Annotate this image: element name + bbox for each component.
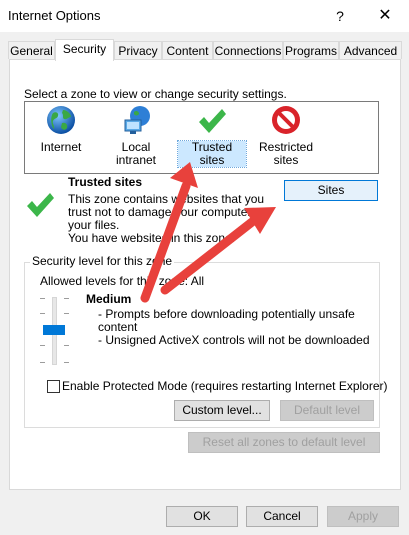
level-desc-line: - Prompts before downloading potentially… [98, 307, 355, 321]
slider-tick [40, 298, 45, 299]
security-level-group-label: Security level for this zone [30, 254, 175, 268]
zone-internet[interactable]: Internet [32, 141, 90, 154]
security-level-description: - Prompts before downloading potentially… [98, 308, 370, 347]
allowed-levels-label: Allowed levels for this zone: All [40, 274, 205, 288]
sites-button[interactable]: Sites [284, 180, 378, 201]
slider-tick [64, 298, 69, 299]
tab-general[interactable]: General [8, 41, 55, 59]
network-icon[interactable] [120, 104, 152, 136]
reset-all-zones-button[interactable]: Reset all zones to default level [188, 432, 380, 453]
zone-local-intranet-label: Local intranet [115, 140, 157, 167]
zone-internet-label: Internet [40, 140, 82, 154]
slider-tick [40, 345, 45, 346]
slider-tick [64, 313, 69, 314]
tab-programs[interactable]: Programs [283, 41, 339, 59]
zone-restricted-label-line2: sites [273, 153, 299, 167]
zone-info-heading: Trusted sites [68, 175, 143, 189]
title-bar: Internet Options ? ✕ [0, 0, 409, 32]
level-desc-line: - Unsigned ActiveX controls will not be … [98, 333, 370, 347]
tab-strip: General Security Privacy Content Connect… [8, 39, 402, 61]
zone-info-description: This zone contains websites that you tru… [68, 193, 265, 245]
slider-tick [40, 313, 45, 314]
cancel-button[interactable]: Cancel [246, 506, 318, 527]
zone-trusted-sites[interactable]: Trusted sites [177, 140, 247, 168]
ok-button[interactable]: OK [166, 506, 238, 527]
trusted-sites-checkmark-icon [24, 190, 56, 220]
zone-restricted-sites[interactable]: Restricted sites [256, 141, 316, 167]
help-button[interactable]: ? [325, 4, 355, 28]
protected-mode-label: Enable Protected Mode (requires restarti… [62, 379, 388, 393]
tab-advanced[interactable]: Advanced [339, 41, 402, 59]
custom-level-button[interactable]: Custom level... [174, 400, 270, 421]
slider-tick [64, 345, 69, 346]
apply-button[interactable]: Apply [327, 506, 399, 527]
zone-local-intranet[interactable]: Local intranet [100, 141, 172, 167]
tab-content[interactable]: Content [162, 41, 213, 59]
protected-mode-checkbox[interactable] [47, 380, 60, 393]
tab-connections[interactable]: Connections [213, 41, 283, 59]
zone-trusted-sites-label: Trusted sites [177, 140, 247, 168]
security-slider-thumb[interactable] [43, 325, 65, 335]
security-level-name: Medium [86, 292, 132, 306]
slider-tick [64, 362, 69, 363]
checkmark-icon[interactable] [196, 106, 228, 136]
slider-tick [40, 362, 45, 363]
globe-icon[interactable] [45, 104, 77, 136]
no-entry-icon[interactable] [270, 104, 302, 136]
close-button[interactable]: ✕ [370, 4, 400, 28]
zone-select-prompt: Select a zone to view or change security… [24, 87, 287, 101]
tab-security[interactable]: Security [55, 39, 114, 61]
default-level-button[interactable]: Default level [280, 400, 374, 421]
window-title: Internet Options [8, 8, 101, 23]
tab-privacy[interactable]: Privacy [114, 41, 162, 59]
zone-desc-line: You have websites in this zone. [68, 231, 235, 245]
